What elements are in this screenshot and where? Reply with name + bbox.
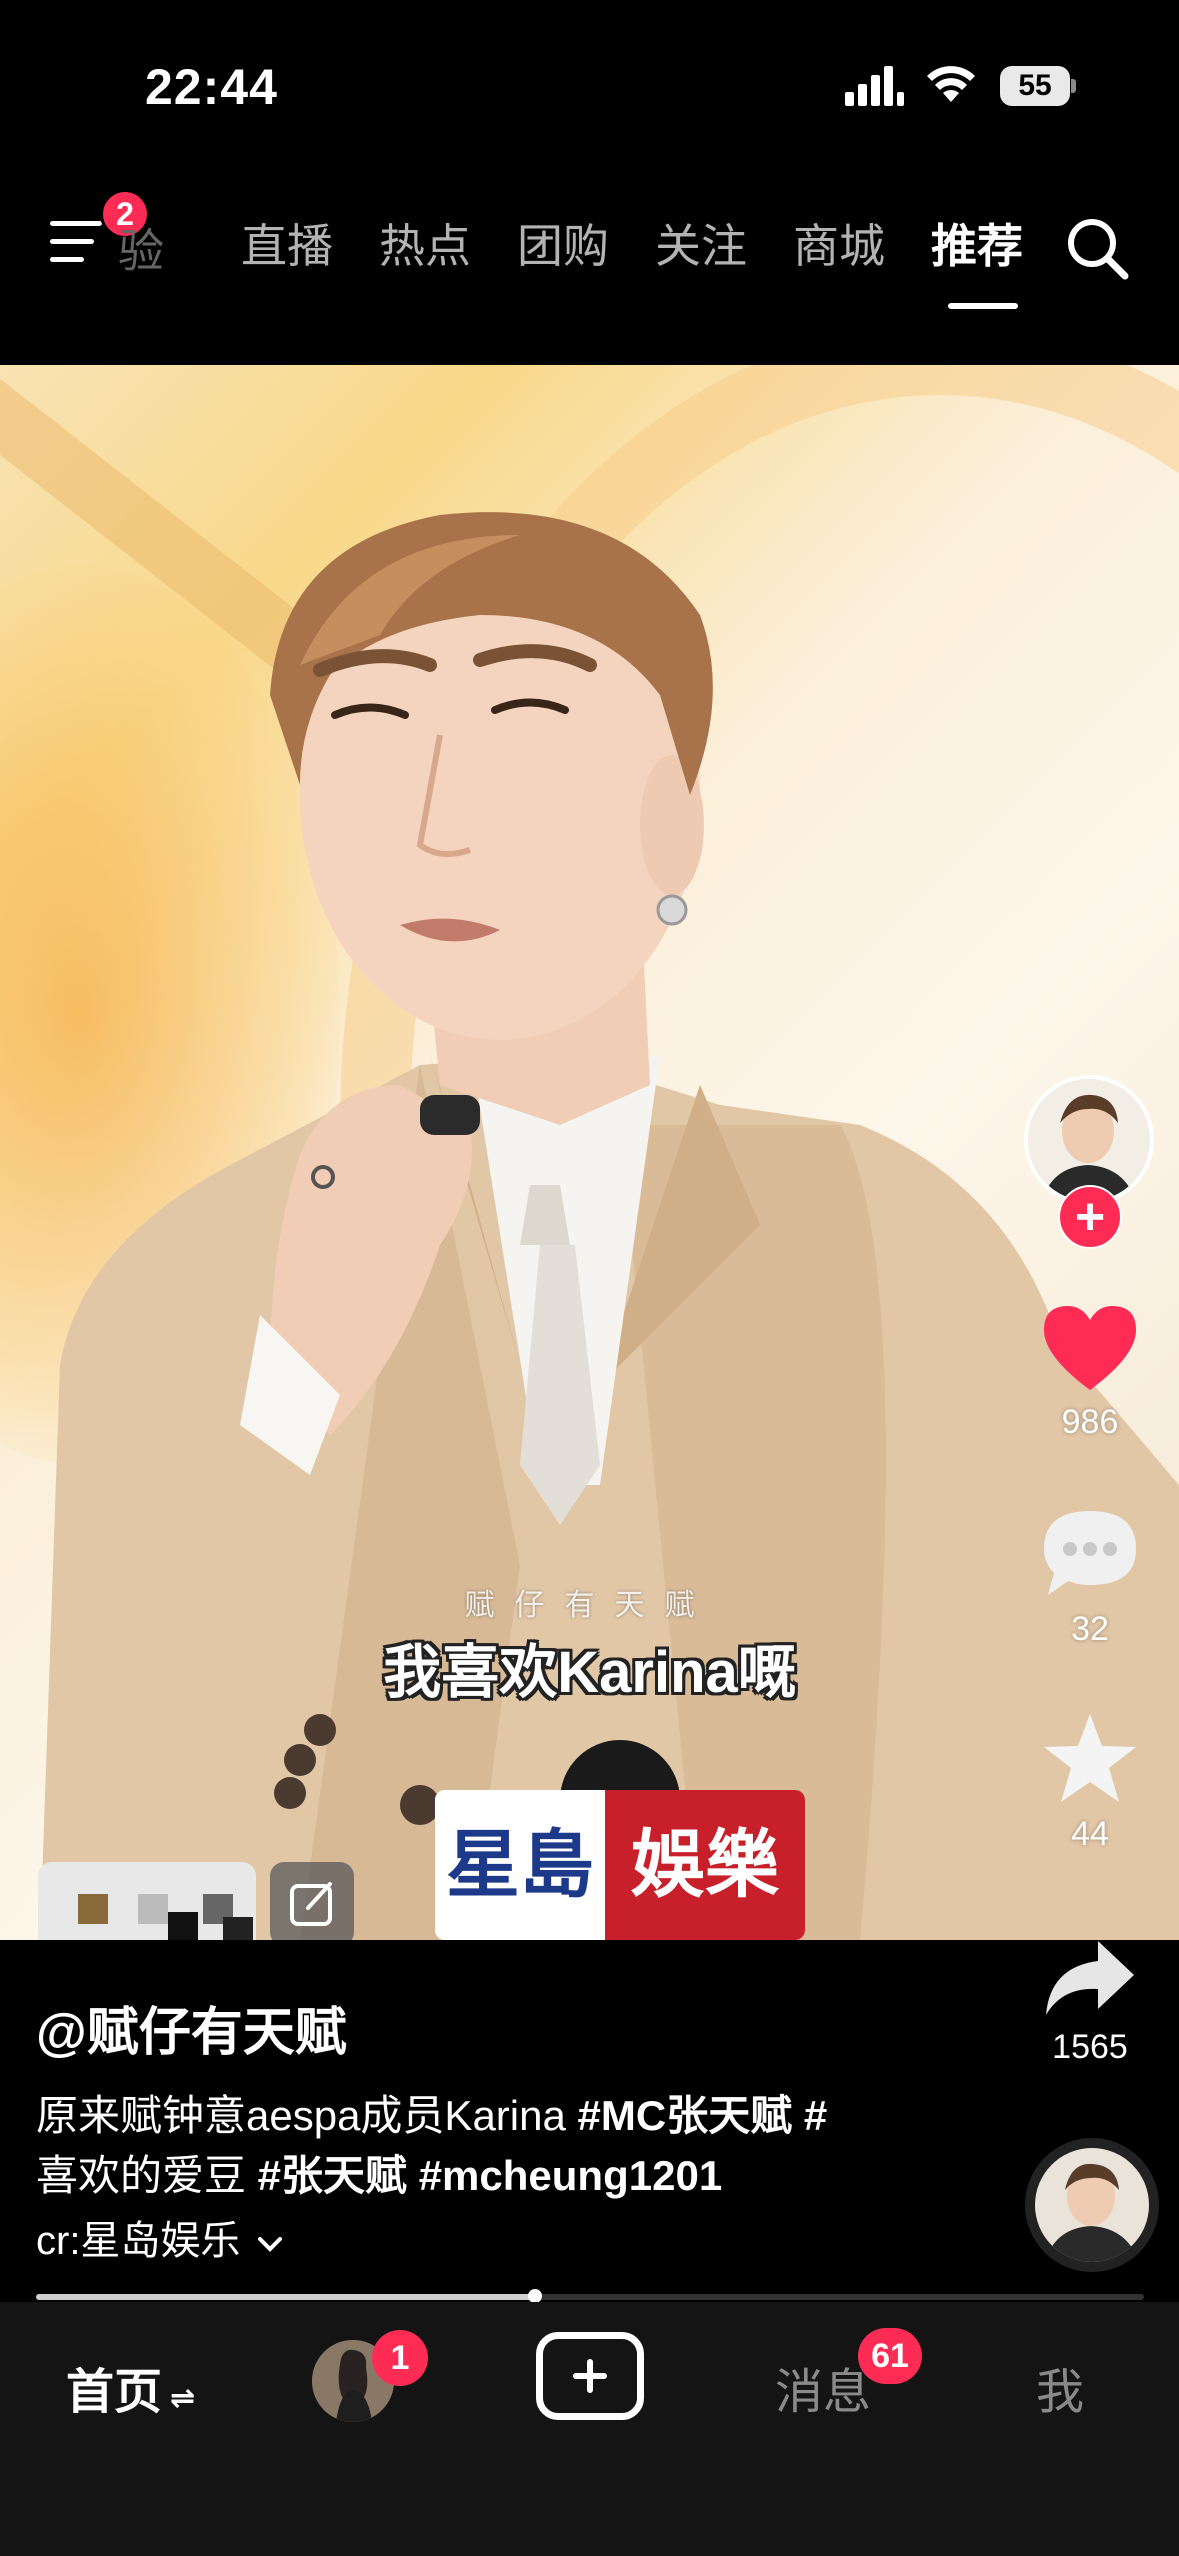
hashtag[interactable]: #mcheung1201	[407, 2152, 723, 2199]
blurred-sticker[interactable]	[38, 1862, 256, 1940]
search-icon[interactable]	[1062, 213, 1132, 283]
tab-mall[interactable]: 商城	[770, 211, 908, 281]
menu-button[interactable]	[50, 217, 110, 267]
nav-tabs: 直播 热点 团购 关注 商城 推荐	[218, 211, 1046, 309]
progress-handle[interactable]	[527, 2289, 542, 2303]
top-nav: 2 验 直播 热点 团购 关注 商城 推荐	[0, 175, 1179, 315]
tab-group-buy[interactable]: 团购	[494, 211, 632, 281]
star-icon	[1044, 1714, 1136, 1802]
favorite-count: 44	[1071, 1815, 1109, 1853]
like-count: 986	[1061, 1403, 1119, 1441]
battery-tip	[1071, 79, 1076, 93]
like-button[interactable]: 986	[1020, 1300, 1160, 1442]
hashtag[interactable]: #张天赋	[258, 2152, 407, 2199]
chevron-down-icon	[257, 2237, 282, 2252]
blur-pixel	[78, 1894, 108, 1924]
share-icon	[1046, 1941, 1134, 2015]
blur-pixel	[168, 1912, 198, 1940]
wifi-icon	[927, 66, 975, 102]
tab-me[interactable]: 我	[1036, 2352, 1084, 2422]
status-time: 22:44	[145, 59, 278, 115]
messages-badge: 61	[858, 2328, 922, 2384]
blur-pixel	[138, 1894, 168, 1924]
music-disc[interactable]	[1025, 2138, 1159, 2272]
heart-icon	[1044, 1306, 1136, 1390]
favorite-button[interactable]: 44	[1020, 1710, 1160, 1854]
friends-badge: 1	[372, 2330, 428, 2386]
video-progress-bar[interactable]	[36, 2289, 1144, 2303]
nav-tab-partial[interactable]: 验	[118, 215, 173, 281]
swap-icon: ⇌	[170, 2382, 196, 2415]
edit-button[interactable]	[270, 1862, 354, 1940]
cellular-signal-icon	[845, 66, 904, 106]
microphone-flag: 星島 娛樂	[435, 1790, 805, 1940]
share-count: 1565	[1052, 2028, 1128, 2066]
credit-text: cr:星岛娱乐	[36, 2219, 241, 2263]
post-caption[interactable]: 原来赋钟意aespa成员Karina #MC张天赋 # 喜欢的爱豆 #张天赋 #…	[36, 2086, 906, 2206]
tab-following[interactable]: 关注	[632, 211, 770, 281]
menu-icon-bar	[50, 239, 94, 244]
blur-pixel	[223, 1917, 253, 1940]
hashtag[interactable]: #MC张天赋	[578, 2092, 793, 2139]
caption-text: 喜欢的爱豆	[36, 2152, 258, 2199]
progress-fill	[36, 2294, 535, 2300]
credit-line[interactable]: cr:星岛娱乐	[36, 2208, 284, 2266]
share-button[interactable]: 1565	[1020, 1935, 1160, 2067]
tab-home[interactable]: 首页 ⇌	[66, 2352, 195, 2422]
author-name[interactable]: @赋仔有天赋	[36, 1990, 347, 2065]
tab-recommend[interactable]: 推荐	[908, 211, 1046, 309]
battery-level: 55	[1000, 66, 1070, 106]
create-post-button[interactable]	[536, 2332, 644, 2420]
bottom-tab-bar: 首页 ⇌ 1 消息 61 我	[0, 2302, 1179, 2556]
battery-indicator: 55	[1000, 66, 1076, 106]
tab-hot[interactable]: 热点	[356, 211, 494, 281]
comment-icon	[1044, 1511, 1136, 1595]
caption-text: 原来赋钟意aespa成员Karina	[36, 2092, 578, 2139]
menu-icon	[50, 221, 102, 226]
avatar-image	[1028, 1079, 1150, 1201]
music-cover-image	[1035, 2148, 1149, 2262]
status-bar: 22:44 55	[0, 0, 1179, 160]
menu-icon-bar	[50, 257, 84, 262]
mic-flag-left-text: 星島	[435, 1790, 605, 1940]
hashtag[interactable]: #	[792, 2092, 827, 2139]
tab-live[interactable]: 直播	[218, 211, 356, 281]
comment-button[interactable]: 32	[1020, 1505, 1160, 1649]
tab-home-label: 首页	[66, 2366, 163, 2419]
tab-messages[interactable]: 消息	[775, 2352, 871, 2422]
mic-flag-right-text: 娛樂	[605, 1790, 805, 1940]
follow-button[interactable]: +	[1058, 1185, 1122, 1249]
video-subtitle: 我喜欢Karina嘅	[383, 1640, 796, 1705]
watermark-subtitle: 赋仔有天赋	[464, 1589, 715, 1622]
video-player[interactable]: 赋仔有天赋 我喜欢Karina嘅 星島 娛樂	[0, 365, 1179, 1940]
edit-icon	[290, 1882, 332, 1926]
comment-count: 32	[1071, 1610, 1109, 1648]
